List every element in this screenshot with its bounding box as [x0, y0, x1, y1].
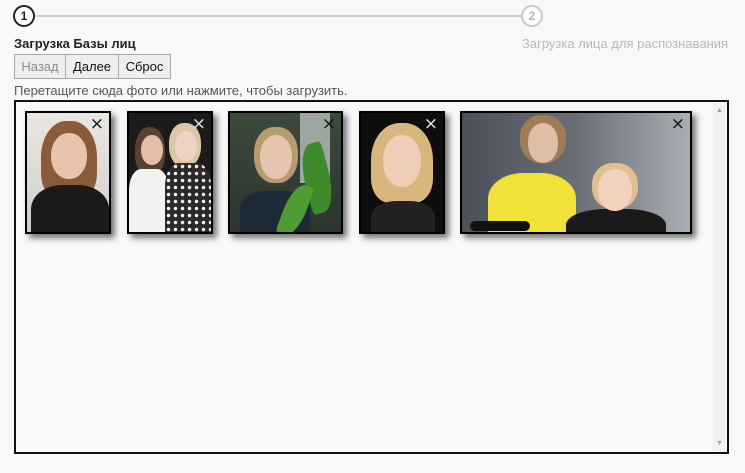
stepper-line [35, 15, 521, 17]
photo-5-image [462, 113, 690, 232]
next-button[interactable]: Далее [65, 54, 119, 79]
back-button[interactable]: Назад [14, 54, 66, 79]
stepper: 1 2 [0, 0, 745, 34]
step-1-indicator[interactable]: 1 [13, 5, 35, 27]
step-button-group: Назад Далее Сброс [14, 54, 171, 79]
close-icon[interactable]: × [192, 116, 206, 133]
thumbnail-photo-5: × [460, 111, 692, 234]
thumbnail-photo-4: × [359, 111, 445, 234]
close-icon[interactable]: × [424, 116, 438, 133]
step-2-indicator[interactable]: 2 [521, 5, 543, 27]
step-1-title: Загрузка Базы лиц [14, 36, 136, 51]
thumbnail-photo-2: × [127, 111, 213, 234]
thumbnail-photo-1: × [25, 111, 111, 234]
close-icon[interactable]: × [671, 116, 685, 133]
dropzone-hint: Перетащите сюда фото или нажмите, чтобы … [14, 83, 348, 98]
close-icon[interactable]: × [90, 116, 104, 133]
dropzone-scrollbar[interactable]: ▲ ▼ [713, 103, 726, 451]
reset-button[interactable]: Сброс [118, 54, 171, 79]
thumbnail-photo-3: × [228, 111, 343, 234]
step-2-title: Загрузка лица для распознавания [522, 36, 729, 51]
close-icon[interactable]: × [322, 116, 336, 133]
scroll-down-icon[interactable]: ▼ [713, 437, 726, 450]
upload-dropzone[interactable]: × × × × × ▲ ▼ [14, 100, 729, 454]
scroll-up-icon[interactable]: ▲ [713, 104, 726, 117]
